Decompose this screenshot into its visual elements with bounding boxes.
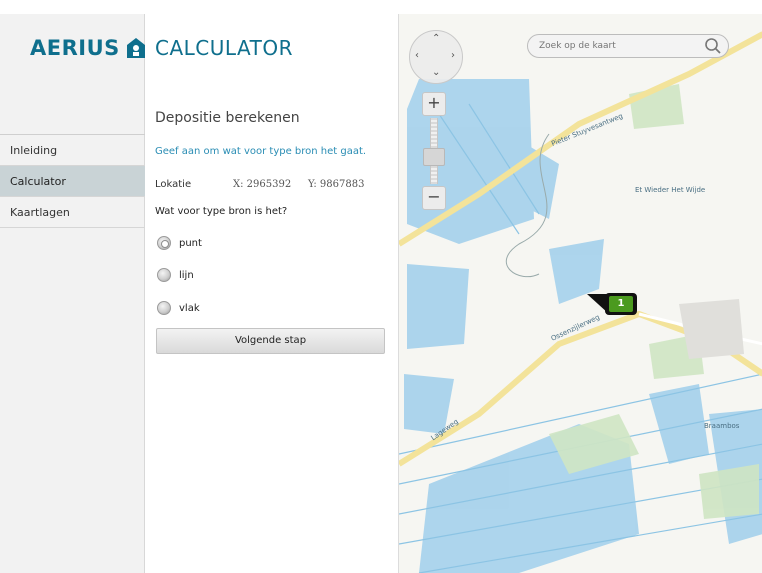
- sidebar-item-calculator[interactable]: Calculator: [0, 166, 145, 197]
- section-title: Depositie berekenen: [155, 110, 300, 126]
- hint-text: Geef aan om wat voor type bron het gaat.: [155, 146, 367, 157]
- page-title: CALCULATOR: [155, 36, 293, 60]
- radio-punt[interactable]: [157, 236, 171, 250]
- sidebar: AERIUS Inleiding Calculator Kaartlagen: [0, 14, 145, 573]
- house-logo-icon: [126, 38, 145, 58]
- location-y: Y: 9867883: [308, 179, 365, 190]
- sidebar-nav: Inleiding Calculator Kaartlagen: [0, 134, 145, 228]
- option-vlak-label: vlak: [179, 302, 200, 314]
- brand-name: AERIUS: [30, 36, 120, 60]
- pan-left-icon[interactable]: ‹: [415, 50, 419, 61]
- search-icon[interactable]: [704, 37, 722, 55]
- source-type-question: Wat voor type bron is het?: [155, 206, 288, 217]
- map-label-wijde: Et Wieder Het Wijde: [635, 186, 706, 194]
- zoom-in-button[interactable]: +: [422, 92, 446, 116]
- option-lijn-label: lijn: [179, 269, 194, 281]
- pan-down-icon[interactable]: ⌄: [432, 67, 440, 78]
- pan-control[interactable]: ⌃ ‹ › ⌄: [409, 30, 463, 84]
- calculator-panel: CALCULATOR Depositie berekenen Geef aan …: [145, 14, 398, 573]
- location-label: Lokatie: [155, 179, 192, 190]
- option-lijn[interactable]: lijn: [157, 268, 194, 282]
- map-label-braambos: Braambos: [704, 422, 740, 430]
- option-vlak[interactable]: vlak: [157, 301, 200, 315]
- zoom-slider-handle[interactable]: [423, 148, 445, 166]
- next-step-button[interactable]: Volgende stap: [156, 328, 385, 354]
- sidebar-item-kaartlagen[interactable]: Kaartlagen: [0, 197, 145, 228]
- marker-number: 1: [609, 296, 633, 312]
- option-punt[interactable]: punt: [157, 236, 202, 250]
- pan-right-icon[interactable]: ›: [451, 50, 455, 61]
- map-search-input[interactable]: [527, 34, 729, 58]
- option-punt-label: punt: [179, 237, 202, 249]
- zoom-out-button[interactable]: −: [422, 186, 446, 210]
- map-canvas: [399, 14, 762, 573]
- marker-badge: 1: [605, 293, 637, 315]
- radio-vlak[interactable]: [157, 301, 171, 315]
- map-view[interactable]: ⌃ ‹ › ⌄ + − Pieter Stuyvesantweg Et Wied…: [398, 14, 762, 573]
- radio-lijn[interactable]: [157, 268, 171, 282]
- source-marker[interactable]: 1: [587, 292, 641, 318]
- location-x: X: 2965392: [233, 179, 292, 190]
- pan-up-icon[interactable]: ⌃: [432, 33, 440, 44]
- aerius-logo: AERIUS: [30, 36, 146, 60]
- app: AERIUS Inleiding Calculator Kaartlagen C…: [0, 0, 762, 573]
- sidebar-item-inleiding[interactable]: Inleiding: [0, 135, 145, 166]
